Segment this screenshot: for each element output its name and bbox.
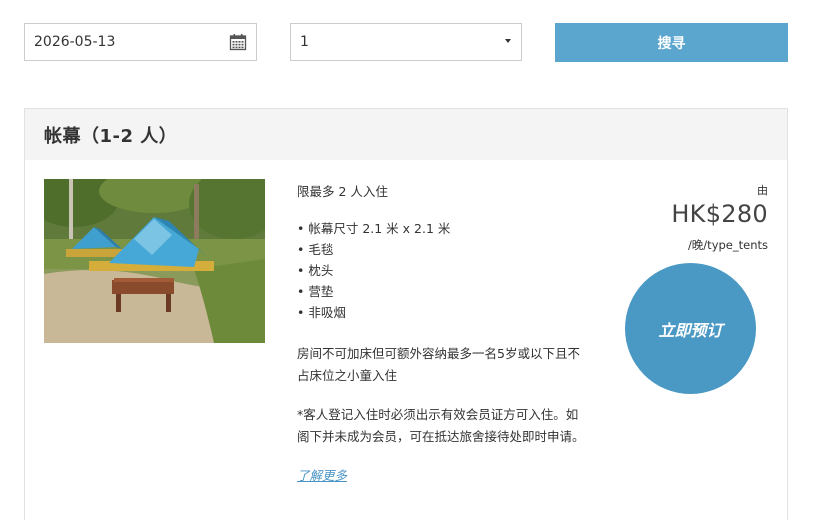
search-button[interactable]: 搜寻 xyxy=(555,23,788,62)
room-price: HK$280 xyxy=(671,200,768,228)
guests-value: 1 xyxy=(300,34,309,50)
bed-note: 房间不可加床但可额外容纳最多一名5岁或以下且不占床位之小童入住 xyxy=(297,346,580,383)
member-note: *客人登记入住时必须出示有效会员证方可入住。如阁下并未成为会员，可在抵达旅舍接待… xyxy=(297,407,585,444)
calendar-icon[interactable] xyxy=(229,33,247,51)
amenity-item: 枕头 xyxy=(297,260,587,281)
amenity-item: 毛毯 xyxy=(297,239,587,260)
amenity-item: 帐幕尺寸 2.1 米 x 2.1 米 xyxy=(297,218,587,239)
room-title: 帐幕（1-2 人） xyxy=(44,126,178,147)
learn-more-link[interactable]: 了解更多 xyxy=(297,468,347,483)
occupancy-text: 限最多 2 人入住 xyxy=(297,184,388,199)
chevron-down-icon xyxy=(505,39,511,43)
room-card: 帐幕（1-2 人） 限最多 2 人入住 帐幕尺寸 2.1 米 x 2.1 米 毛… xyxy=(24,108,788,520)
book-now-button[interactable]: 立即预订 xyxy=(625,263,756,394)
room-photo[interactable] xyxy=(44,179,265,343)
room-card-header: 帐幕（1-2 人） xyxy=(25,109,787,160)
amenity-item: 非吸烟 xyxy=(297,302,587,323)
date-value: 2026-05-13 xyxy=(34,34,116,50)
date-input[interactable]: 2026-05-13 xyxy=(24,23,257,61)
guests-select[interactable]: 1 xyxy=(290,23,522,61)
room-details: 限最多 2 人入住 帐幕尺寸 2.1 米 x 2.1 米 毛毯 枕头 营垫 非吸… xyxy=(297,181,587,486)
price-unit: /晚/type_tents xyxy=(687,238,768,252)
amenity-item: 营垫 xyxy=(297,281,587,302)
amenities-list: 帐幕尺寸 2.1 米 x 2.1 米 毛毯 枕头 营垫 非吸烟 xyxy=(297,218,587,323)
price-from-label: 由 xyxy=(757,184,768,197)
